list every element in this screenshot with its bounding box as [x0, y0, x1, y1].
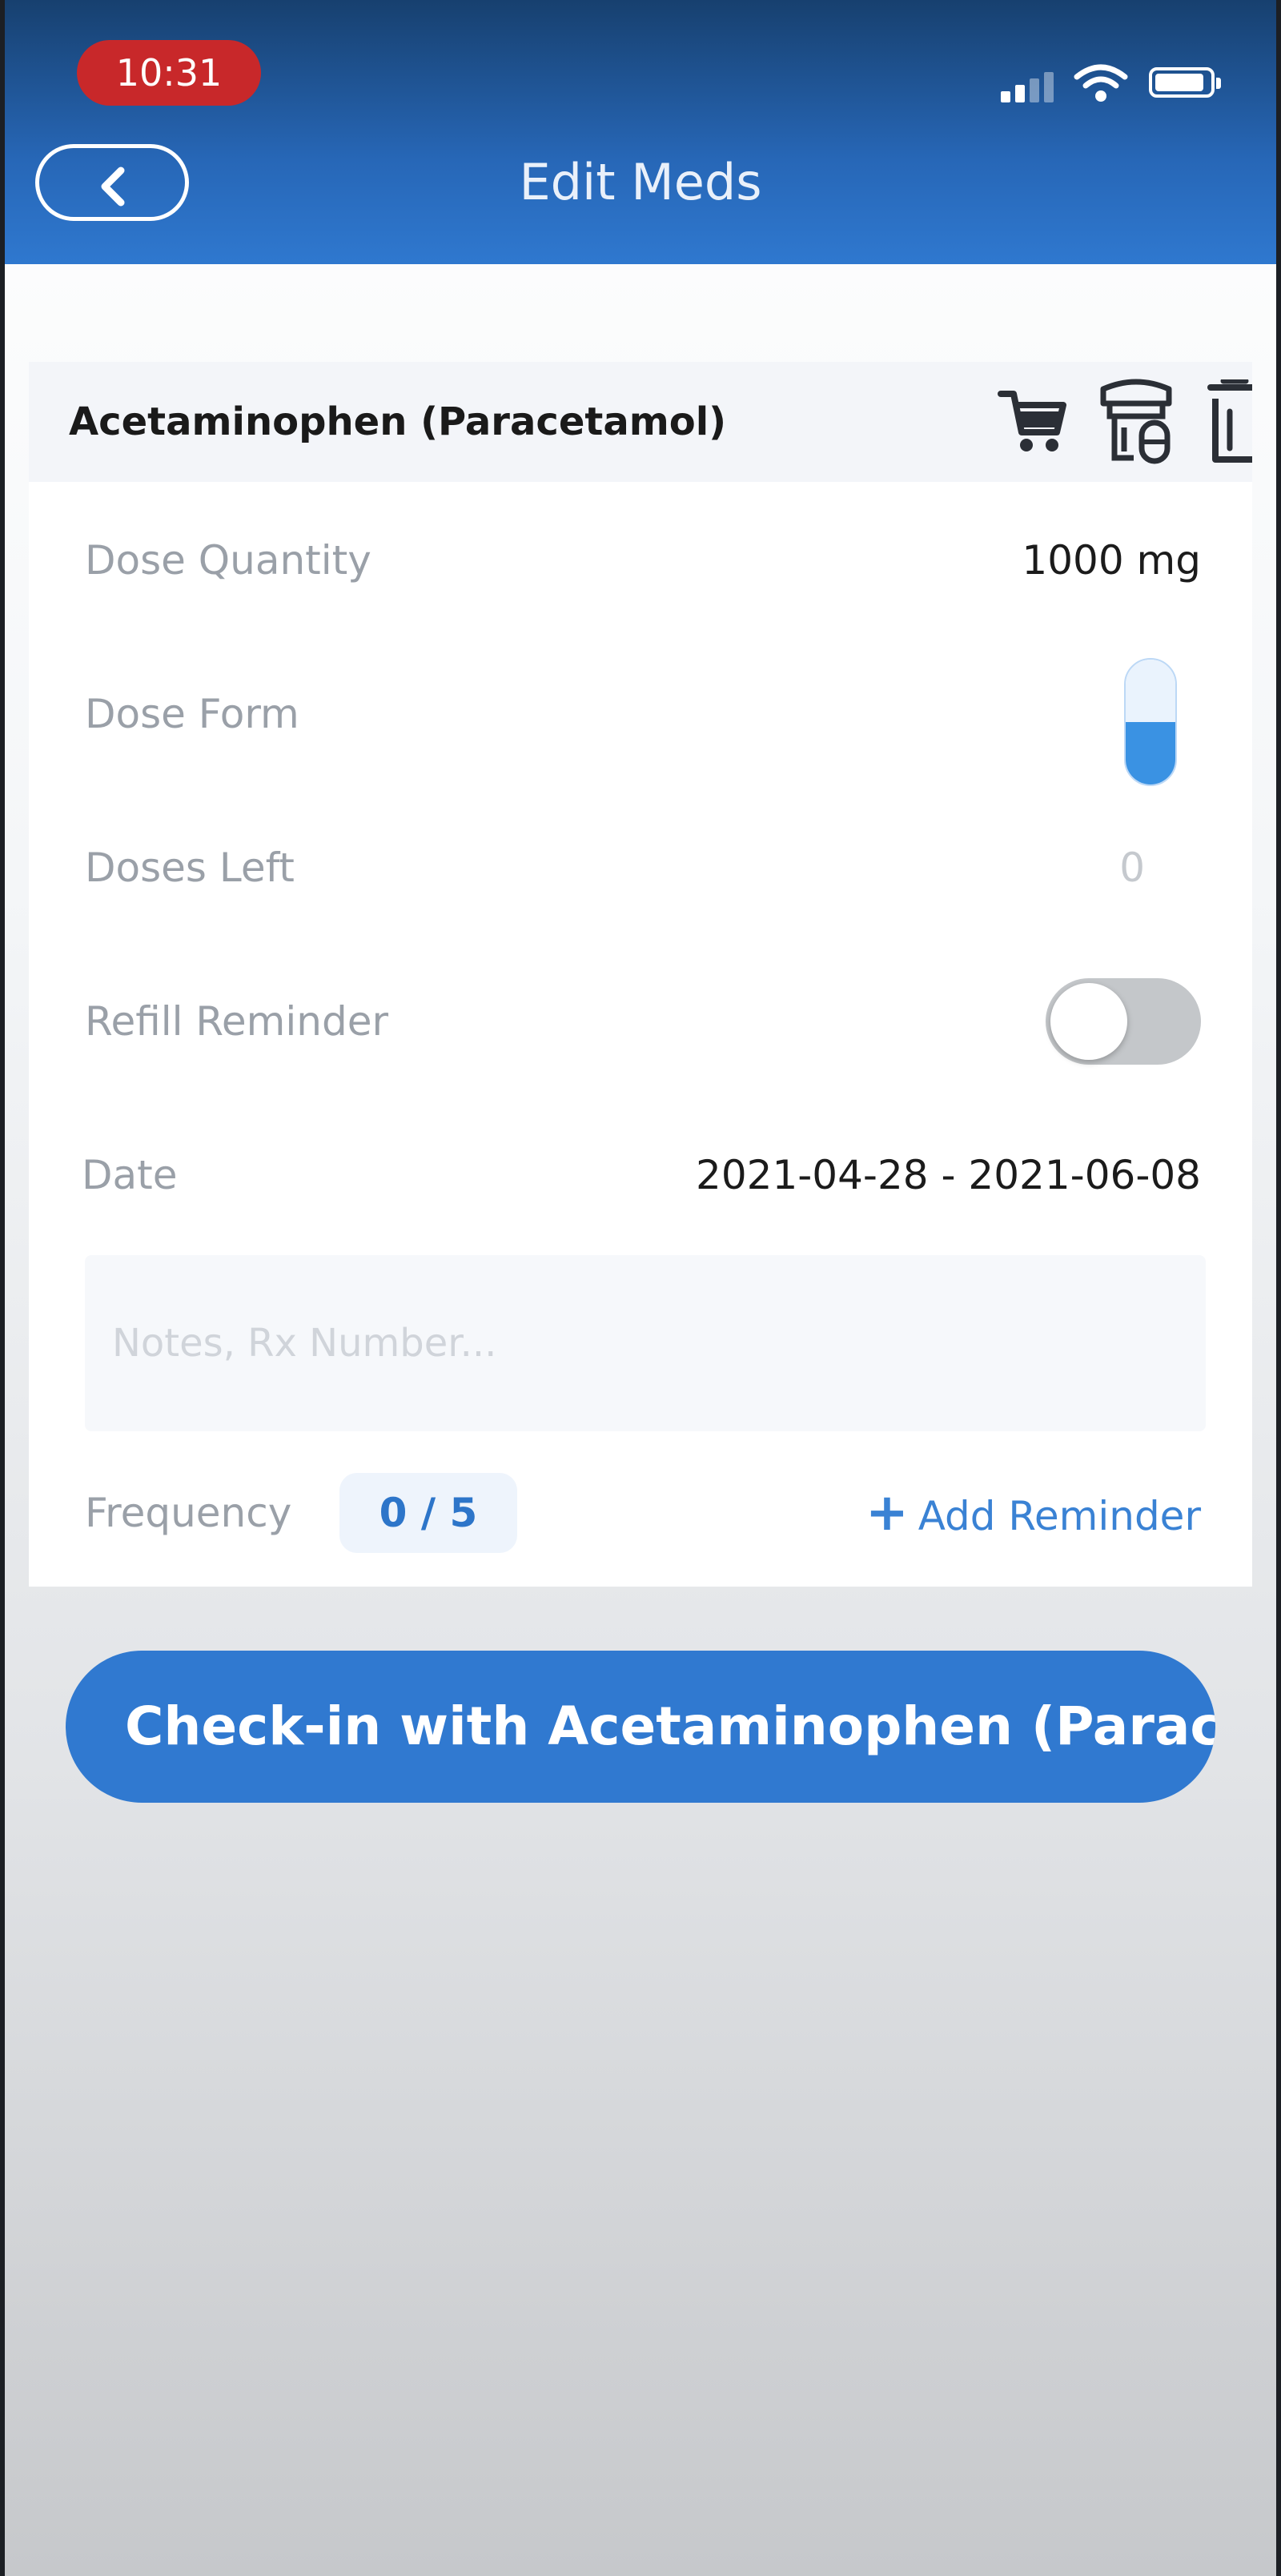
dose-form-row[interactable]: Dose Form	[56, 658, 1201, 786]
frequency-badge[interactable]: 0 / 5	[339, 1473, 517, 1553]
dose-form-label: Dose Form	[85, 691, 299, 737]
doses-left-value: 0	[1119, 845, 1145, 891]
add-reminder-label: Add Reminder	[918, 1493, 1201, 1539]
dose-quantity-row[interactable]: Dose Quantity 1000 mg	[56, 512, 1201, 608]
device-frame-right	[1276, 0, 1281, 2576]
signal-icon-bar	[1044, 72, 1054, 102]
doses-left-label: Doses Left	[85, 845, 295, 891]
checkin-button-label: Check-in with Acetaminophen (Paracetamol…	[125, 1695, 1215, 1757]
plus-icon: +	[865, 1483, 909, 1543]
doses-left-row[interactable]: Doses Left 0	[56, 820, 1201, 916]
refill-reminder-toggle[interactable]	[1046, 978, 1201, 1065]
battery-icon	[1149, 67, 1221, 98]
notes-input[interactable]	[85, 1255, 1206, 1431]
capsule-icon	[1124, 658, 1177, 786]
app-header: 10:31 Edit Meds	[0, 0, 1281, 264]
add-reminder-button[interactable]: + Add Reminder	[865, 1465, 1201, 1564]
dose-quantity-value: 1000 mg	[1022, 537, 1201, 584]
date-value: 2021-04-28 - 2021-06-08	[696, 1152, 1201, 1198]
cart-icon[interactable]	[996, 379, 1068, 459]
pill-cup-icon[interactable]	[1092, 371, 1180, 467]
page-title: Edit Meds	[519, 153, 762, 211]
refill-reminder-label: Refill Reminder	[85, 998, 389, 1045]
medication-name: Acetaminophen (Paracetamol)	[69, 399, 727, 444]
signal-icon-bar	[1030, 78, 1039, 102]
refill-reminder-row: Refill Reminder	[56, 973, 1201, 1069]
device-frame-left	[0, 0, 5, 2576]
medication-header: Acetaminophen (Paracetamol)	[29, 362, 1252, 482]
signal-icon-bar	[1015, 85, 1025, 102]
date-label: Date	[82, 1152, 178, 1198]
status-icons	[1001, 62, 1241, 102]
trash-icon[interactable]	[1203, 379, 1252, 467]
date-row[interactable]: Date 2021-04-28 - 2021-06-08	[56, 1127, 1201, 1223]
signal-icon	[1001, 91, 1010, 102]
frequency-label: Frequency	[85, 1490, 292, 1536]
checkin-button[interactable]: Check-in with Acetaminophen (Paracetamol…	[66, 1651, 1215, 1803]
wifi-icon	[1074, 64, 1128, 102]
frequency-row: Frequency 0 / 5 + Add Reminder	[56, 1465, 1201, 1561]
status-time: 10:31	[77, 40, 261, 106]
dose-quantity-label: Dose Quantity	[85, 537, 371, 584]
toggle-knob	[1050, 983, 1127, 1060]
